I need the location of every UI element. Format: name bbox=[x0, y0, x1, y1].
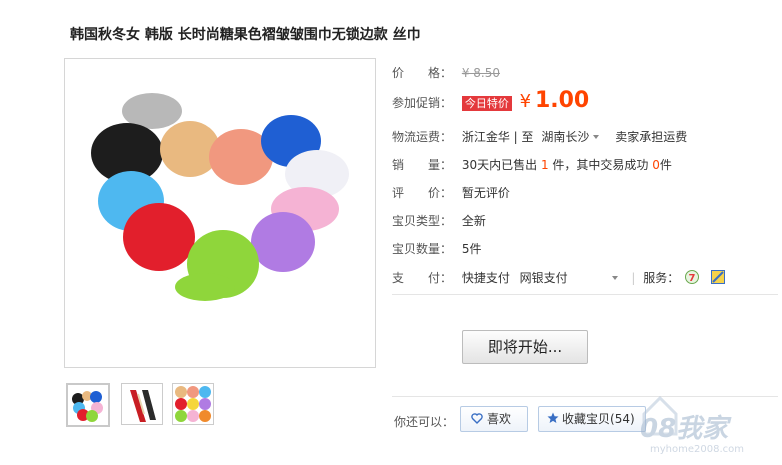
promo-row: 参加促销： 今日特价 ¥ 1.00 bbox=[392, 88, 589, 113]
payment-label: 支 付： bbox=[392, 271, 453, 285]
like-button-label: 喜欢 bbox=[487, 412, 512, 426]
start-soon-button[interactable]: 即将开始... bbox=[462, 330, 588, 364]
collect-button[interactable]: 收藏宝贝(54) bbox=[538, 406, 646, 432]
shipping-separator: | bbox=[513, 130, 518, 144]
price-row: 价 格： ¥ 8.50 bbox=[392, 64, 500, 81]
you-can-label: 你还可以： bbox=[394, 415, 455, 429]
payment-divider: | bbox=[631, 271, 636, 285]
qty-value: 5件 bbox=[461, 242, 482, 256]
chevron-down-icon[interactable] bbox=[593, 135, 600, 139]
seven-day-return-icon[interactable]: 7 bbox=[685, 270, 700, 284]
thumbnail-1-image bbox=[72, 391, 103, 422]
like-button[interactable]: 喜欢 bbox=[460, 406, 528, 432]
shipping-label: 物流运费： bbox=[392, 130, 453, 144]
sales-label: 销 量： bbox=[392, 158, 453, 172]
sales-row: 销 量： 30天内已售出 1 件，其中交易成功 0件 bbox=[392, 156, 672, 173]
promo-label: 参加促销： bbox=[392, 96, 453, 110]
shipping-to-prefix: 至 bbox=[521, 130, 534, 144]
payment-method-bank: 网银支付 bbox=[519, 271, 568, 285]
collect-count: (54) bbox=[610, 412, 635, 426]
payment-row: 支 付： 快捷支付 网银支付 | 服务： 7 bbox=[392, 269, 725, 286]
shipping-destination-select[interactable]: 湖南长沙 bbox=[541, 130, 589, 144]
qty-row: 宝贝数量： 5件 bbox=[392, 240, 481, 257]
collect-button-label: 收藏宝贝 bbox=[562, 412, 611, 426]
sales-prefix: 30天内已售出 bbox=[461, 158, 538, 172]
payment-chevron-down-icon[interactable] bbox=[611, 276, 618, 280]
review-value: 暂无评价 bbox=[461, 186, 510, 200]
scarf-heart-image bbox=[91, 93, 349, 301]
type-label: 宝贝类型： bbox=[392, 214, 453, 228]
promo-badge: 今日特价 bbox=[461, 96, 512, 111]
shipping-row: 物流运费： 浙江金华 | 至 湖南长沙 卖家承担运费 bbox=[392, 128, 687, 145]
divider-top bbox=[392, 294, 778, 295]
sales-mid: 件，其中交易成功 bbox=[552, 158, 649, 172]
service-label: 服务： bbox=[643, 271, 680, 285]
product-title: 韩国秋冬女 韩版 长时尚糖果色褶皱皱围巾无锁边款 丝巾 bbox=[70, 27, 421, 43]
promo-price: 1.00 bbox=[534, 88, 590, 113]
original-price: ¥ 8.50 bbox=[461, 66, 500, 80]
review-label: 评 价： bbox=[392, 186, 453, 200]
type-row: 宝贝类型： 全新 bbox=[392, 212, 486, 229]
thumbnail-2[interactable] bbox=[121, 383, 163, 425]
site-watermark: 08我家 myhome2008.com bbox=[640, 388, 780, 462]
watermark-url: myhome2008.com bbox=[650, 444, 744, 455]
shipping-fee: 卖家承担运费 bbox=[615, 130, 688, 144]
heart-icon bbox=[471, 413, 483, 424]
qty-label: 宝贝数量： bbox=[392, 242, 453, 256]
sales-success-count: 0 bbox=[652, 158, 660, 172]
sales-suffix: 件 bbox=[659, 158, 672, 172]
payment-method-quick: 快捷支付 bbox=[461, 271, 510, 285]
type-value: 全新 bbox=[461, 214, 486, 228]
thumbnail-1[interactable] bbox=[66, 383, 110, 427]
thumbnail-3[interactable] bbox=[172, 383, 214, 425]
shipping-from: 浙江金华 bbox=[461, 130, 510, 144]
svg-text:7: 7 bbox=[689, 273, 696, 284]
promo-currency: ¥ bbox=[519, 91, 532, 112]
product-main-image[interactable] bbox=[64, 58, 376, 368]
watermark-text: 08我家 bbox=[640, 414, 729, 444]
price-label: 价 格： bbox=[392, 66, 453, 80]
sales-sold-count: 1 bbox=[540, 158, 549, 172]
star-icon bbox=[547, 412, 559, 423]
review-row: 评 价： 暂无评价 bbox=[392, 184, 510, 201]
guarantee-icon[interactable] bbox=[710, 270, 725, 284]
thumbnail-2-image bbox=[130, 390, 156, 422]
thumbnail-3-image bbox=[175, 386, 211, 422]
